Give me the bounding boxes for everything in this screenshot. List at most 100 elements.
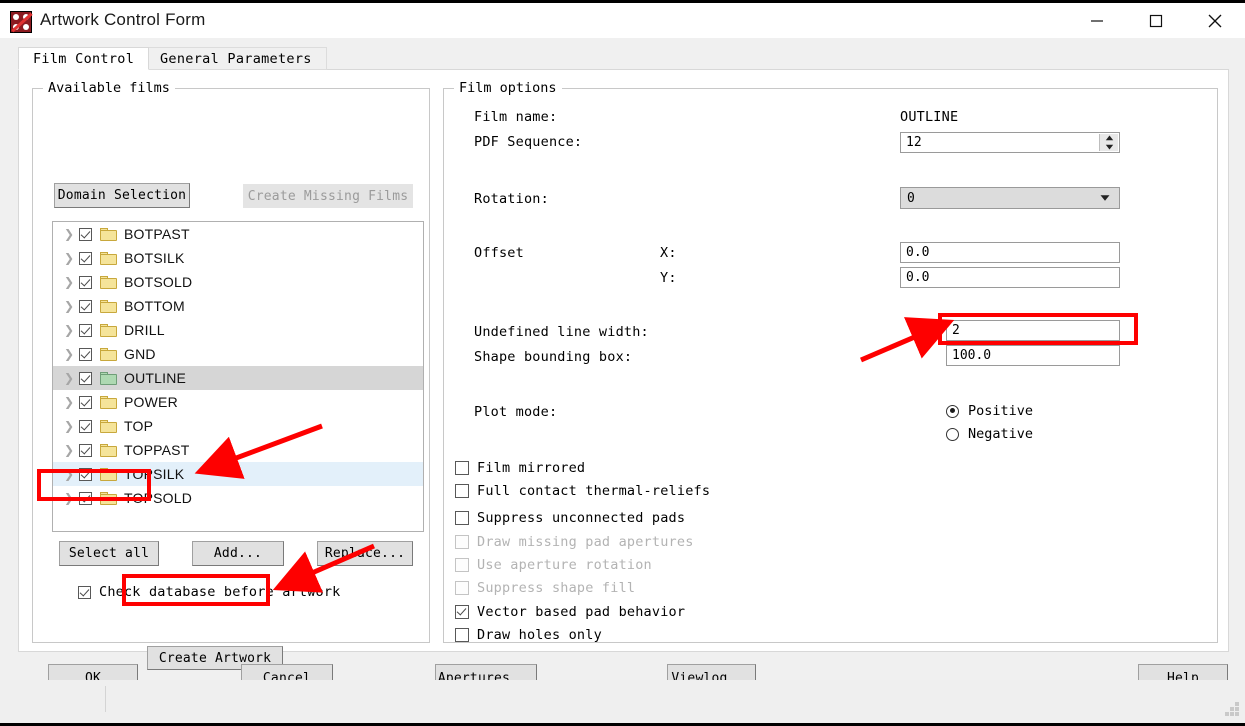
- option-checkbox-label: Full contact thermal-reliefs: [477, 483, 711, 499]
- close-button[interactable]: [1185, 3, 1244, 39]
- chevron-right-icon[interactable]: ❯: [59, 443, 79, 457]
- film-list-item-outline[interactable]: ❯ OUTLINE: [53, 366, 423, 390]
- chevron-right-icon[interactable]: ❯: [59, 251, 79, 265]
- option-checkbox-row-use-aperture-rotation: Use aperture rotation: [455, 557, 652, 573]
- film-checkbox[interactable]: [79, 275, 92, 289]
- offset-x-value: 0.0: [906, 245, 930, 260]
- chevron-right-icon[interactable]: ❯: [59, 275, 79, 289]
- film-list-item-gnd[interactable]: ❯ GND: [53, 342, 423, 366]
- film-list-item-botsilk[interactable]: ❯ BOTSILK: [53, 246, 423, 270]
- chevron-right-icon[interactable]: ❯: [59, 419, 79, 433]
- option-checkbox-row-suppress-unconnected-pads[interactable]: Suppress unconnected pads: [455, 510, 685, 526]
- stepper-up-icon[interactable]: [1100, 134, 1118, 143]
- chevron-right-icon[interactable]: ❯: [59, 299, 79, 313]
- maximize-button[interactable]: [1126, 3, 1185, 39]
- film-list-item-power[interactable]: ❯ POWER: [53, 390, 423, 414]
- film-checkbox[interactable]: [79, 323, 92, 337]
- chevron-right-icon[interactable]: ❯: [59, 347, 79, 361]
- film-checkbox[interactable]: [79, 467, 92, 481]
- option-checkbox-row-full-contact-thermal-reliefs[interactable]: Full contact thermal-reliefs: [455, 483, 710, 499]
- pdf-sequence-value: 12: [906, 135, 922, 150]
- offset-x-field[interactable]: 0.0: [900, 242, 1120, 263]
- film-list-item-botsold[interactable]: ❯ BOTSOLD: [53, 270, 423, 294]
- check-database-row[interactable]: Check database before artwork: [78, 584, 341, 600]
- film-checkbox[interactable]: [79, 443, 92, 457]
- offset-y-field[interactable]: 0.0: [900, 267, 1120, 288]
- film-list-item-label: OUTLINE: [124, 370, 187, 386]
- pdf-sequence-label: PDF Sequence:: [474, 134, 583, 150]
- chevron-right-icon[interactable]: ❯: [59, 491, 79, 505]
- film-list-item-topsilk[interactable]: ❯ TOPSILK: [53, 462, 423, 486]
- tab-general-parameters[interactable]: General Parameters: [145, 47, 327, 70]
- plot-mode-negative-radio-row[interactable]: Negative: [946, 426, 1033, 442]
- chevron-right-icon[interactable]: ❯: [59, 371, 79, 385]
- film-list-item-bottom[interactable]: ❯ BOTTOM: [53, 294, 423, 318]
- folder-icon: [100, 299, 117, 313]
- add-button[interactable]: Add...: [192, 541, 284, 566]
- film-control-page: Available films Domain Selection Create …: [18, 69, 1229, 670]
- option-checkbox-row-draw-holes-only[interactable]: Draw holes only: [455, 627, 602, 643]
- film-list-item-topsold[interactable]: ❯ TOPSOLD: [53, 486, 423, 510]
- plot-mode-negative-radio[interactable]: [946, 427, 959, 441]
- option-checkbox-label: Vector based pad behavior: [477, 604, 686, 620]
- select-all-button[interactable]: Select all: [59, 541, 159, 566]
- film-list-item-label: TOPSOLD: [124, 490, 193, 506]
- chevron-right-icon[interactable]: ❯: [59, 467, 79, 481]
- pdf-sequence-field[interactable]: 12: [900, 132, 1120, 153]
- offset-label: Offset: [474, 245, 524, 261]
- film-list-item-botpast[interactable]: ❯ BOTPAST: [53, 222, 423, 246]
- option-checkbox: [455, 558, 469, 572]
- chevron-right-icon[interactable]: ❯: [59, 323, 79, 337]
- stepper-down-icon[interactable]: [1100, 143, 1118, 152]
- tab-general-parameters-label: General Parameters: [160, 50, 312, 67]
- option-checkbox[interactable]: [455, 628, 469, 642]
- film-checkbox[interactable]: [79, 347, 92, 361]
- option-checkbox-row-vector-based-pad-behavior[interactable]: Vector based pad behavior: [455, 604, 685, 620]
- film-checkbox[interactable]: [79, 395, 92, 409]
- option-checkbox[interactable]: [455, 605, 469, 619]
- tab-film-control[interactable]: Film Control: [18, 47, 150, 70]
- rotation-dropdown[interactable]: 0: [900, 187, 1120, 209]
- folder-icon: [100, 443, 117, 457]
- plot-mode-positive-radio-row[interactable]: Positive: [946, 403, 1033, 419]
- minimize-button[interactable]: [1067, 3, 1126, 39]
- domain-selection-button[interactable]: Domain Selection: [54, 183, 190, 208]
- option-checkbox[interactable]: [455, 511, 469, 525]
- folder-icon: [100, 227, 117, 241]
- film-checkbox[interactable]: [79, 251, 92, 265]
- film-list-item-drill[interactable]: ❯ DRILL: [53, 318, 423, 342]
- film-checkbox[interactable]: [79, 227, 92, 241]
- film-checkbox[interactable]: [79, 371, 92, 385]
- rotation-value: 0: [907, 190, 915, 206]
- replace-button[interactable]: Replace...: [317, 541, 413, 566]
- film-list-item-label: POWER: [124, 394, 178, 410]
- pdf-sequence-stepper[interactable]: [1099, 134, 1118, 151]
- domain-selection-label: Domain Selection: [57, 188, 187, 203]
- folder-icon: [100, 347, 117, 361]
- film-checkbox[interactable]: [79, 491, 92, 505]
- chevron-right-icon[interactable]: ❯: [59, 395, 79, 409]
- chevron-right-icon[interactable]: ❯: [59, 227, 79, 241]
- film-list-item-toppast[interactable]: ❯ TOPPAST: [53, 438, 423, 462]
- option-checkbox-row-film-mirrored[interactable]: Film mirrored: [455, 460, 585, 476]
- plot-mode-negative-label: Negative: [968, 426, 1034, 442]
- film-list-item-top[interactable]: ❯ TOP: [53, 414, 423, 438]
- check-database-label: Check database before artwork: [99, 584, 341, 600]
- shape-bounding-box-value: 100.0: [952, 348, 992, 363]
- option-checkbox[interactable]: [455, 461, 469, 475]
- shape-bounding-box-field[interactable]: 100.0: [946, 345, 1120, 366]
- option-checkbox-label: Film mirrored: [477, 460, 586, 476]
- option-checkbox-label: Use aperture rotation: [477, 557, 652, 573]
- undefined-line-width-field[interactable]: 2: [946, 320, 1120, 341]
- film-checkbox[interactable]: [79, 299, 92, 313]
- check-database-checkbox[interactable]: [78, 585, 91, 599]
- available-films-group-label: Available films: [43, 80, 175, 96]
- option-checkbox[interactable]: [455, 484, 469, 498]
- plot-mode-positive-radio[interactable]: [946, 404, 959, 418]
- film-checkbox[interactable]: [79, 419, 92, 433]
- folder-icon: [100, 419, 117, 433]
- film-list-item-label: BOTSOLD: [124, 274, 193, 290]
- available-films-list[interactable]: ❯ BOTPAST ❯ BOTSILK ❯ BOTSOLD ❯ BOTTOM ❯ DRILL ❯ GN…: [52, 221, 424, 532]
- option-checkbox-label: Draw missing pad apertures: [477, 534, 694, 550]
- resize-grip[interactable]: [1225, 702, 1239, 716]
